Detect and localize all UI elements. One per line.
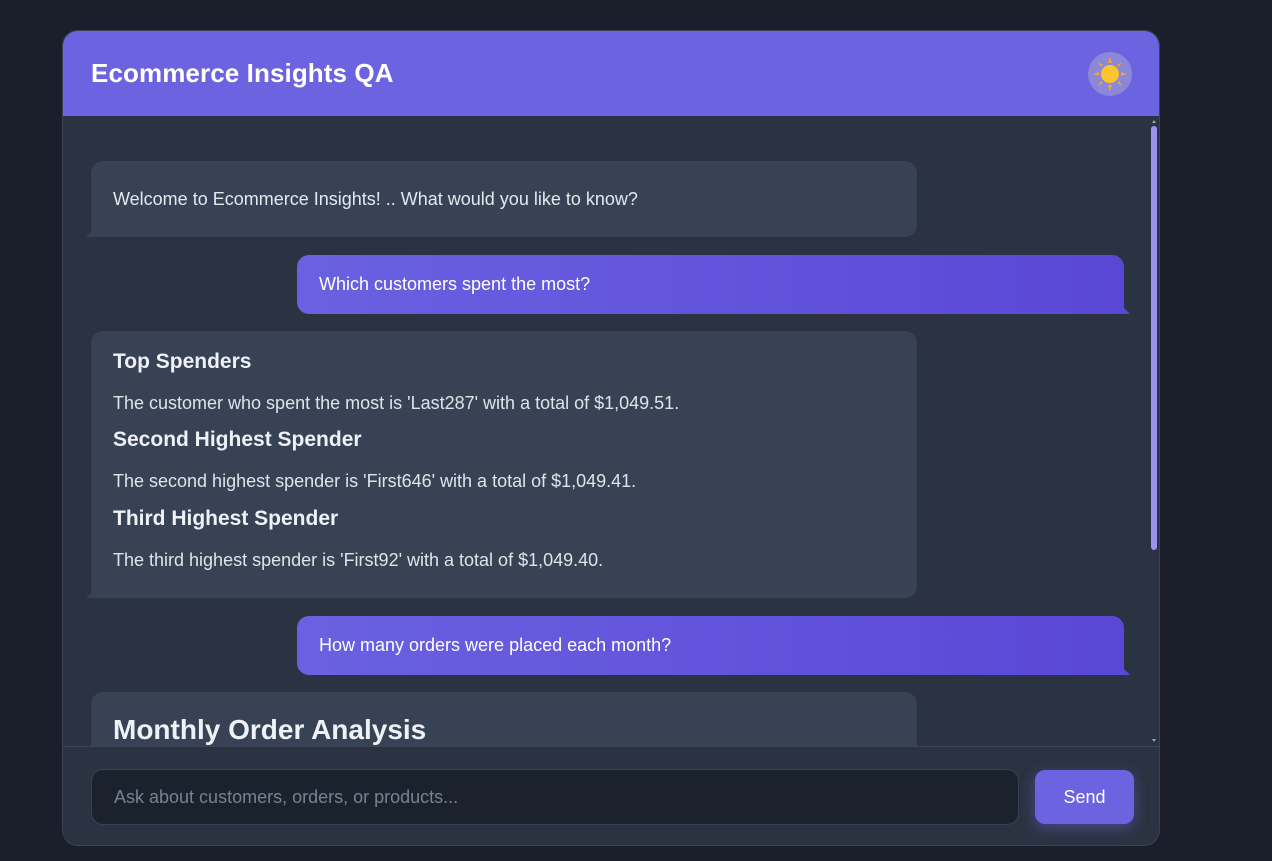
message-list[interactable]: Welcome to Ecommerce Insights! .. What w… bbox=[63, 116, 1159, 746]
section-text-second-spender: The second highest spender is 'First646'… bbox=[113, 471, 637, 491]
section-heading-third-spender: Third Highest Spender bbox=[113, 507, 339, 530]
app-header: Ecommerce Insights QA bbox=[63, 31, 1159, 116]
send-button[interactable]: Send bbox=[1035, 770, 1134, 824]
section-heading-top-spenders: Top Spenders bbox=[113, 350, 252, 373]
app-title: Ecommerce Insights QA bbox=[91, 58, 394, 88]
chat-app-window: Ecommerce Insights QA Welcome to Ecommer… bbox=[62, 30, 1160, 846]
message-text: Which customers spent the most? bbox=[319, 274, 591, 294]
message-input[interactable] bbox=[91, 769, 1019, 825]
scroll-up-arrow-icon[interactable] bbox=[1152, 120, 1156, 123]
message-text: How many orders were placed each month? bbox=[319, 635, 672, 655]
user-message: Which customers spent the most? bbox=[297, 255, 1130, 314]
section-heading-second-spender: Second Highest Spender bbox=[113, 428, 362, 451]
theme-toggle-button[interactable] bbox=[1088, 51, 1132, 96]
bot-message-monthly-orders: Monthly Order Analysis bbox=[91, 692, 917, 746]
scroll-down-arrow-icon[interactable] bbox=[1152, 739, 1156, 742]
bot-message-welcome: Welcome to Ecommerce Insights! .. What w… bbox=[86, 161, 917, 237]
sun-icon bbox=[1093, 56, 1127, 91]
scrollbar-thumb[interactable] bbox=[1151, 126, 1157, 550]
user-message: How many orders were placed each month? bbox=[297, 616, 1130, 675]
composer-bar: Send bbox=[63, 746, 1159, 845]
section-heading-monthly-orders: Monthly Order Analysis bbox=[113, 714, 427, 745]
section-text-third-spender: The third highest spender is 'First92' w… bbox=[113, 550, 604, 570]
bot-message-top-spenders: Top Spenders The customer who spent the … bbox=[86, 331, 917, 598]
message-text: Welcome to Ecommerce Insights! .. What w… bbox=[113, 189, 638, 209]
section-text-top-spenders: The customer who spent the most is 'Last… bbox=[113, 393, 680, 413]
chat-scrollbar[interactable] bbox=[1151, 120, 1157, 742]
